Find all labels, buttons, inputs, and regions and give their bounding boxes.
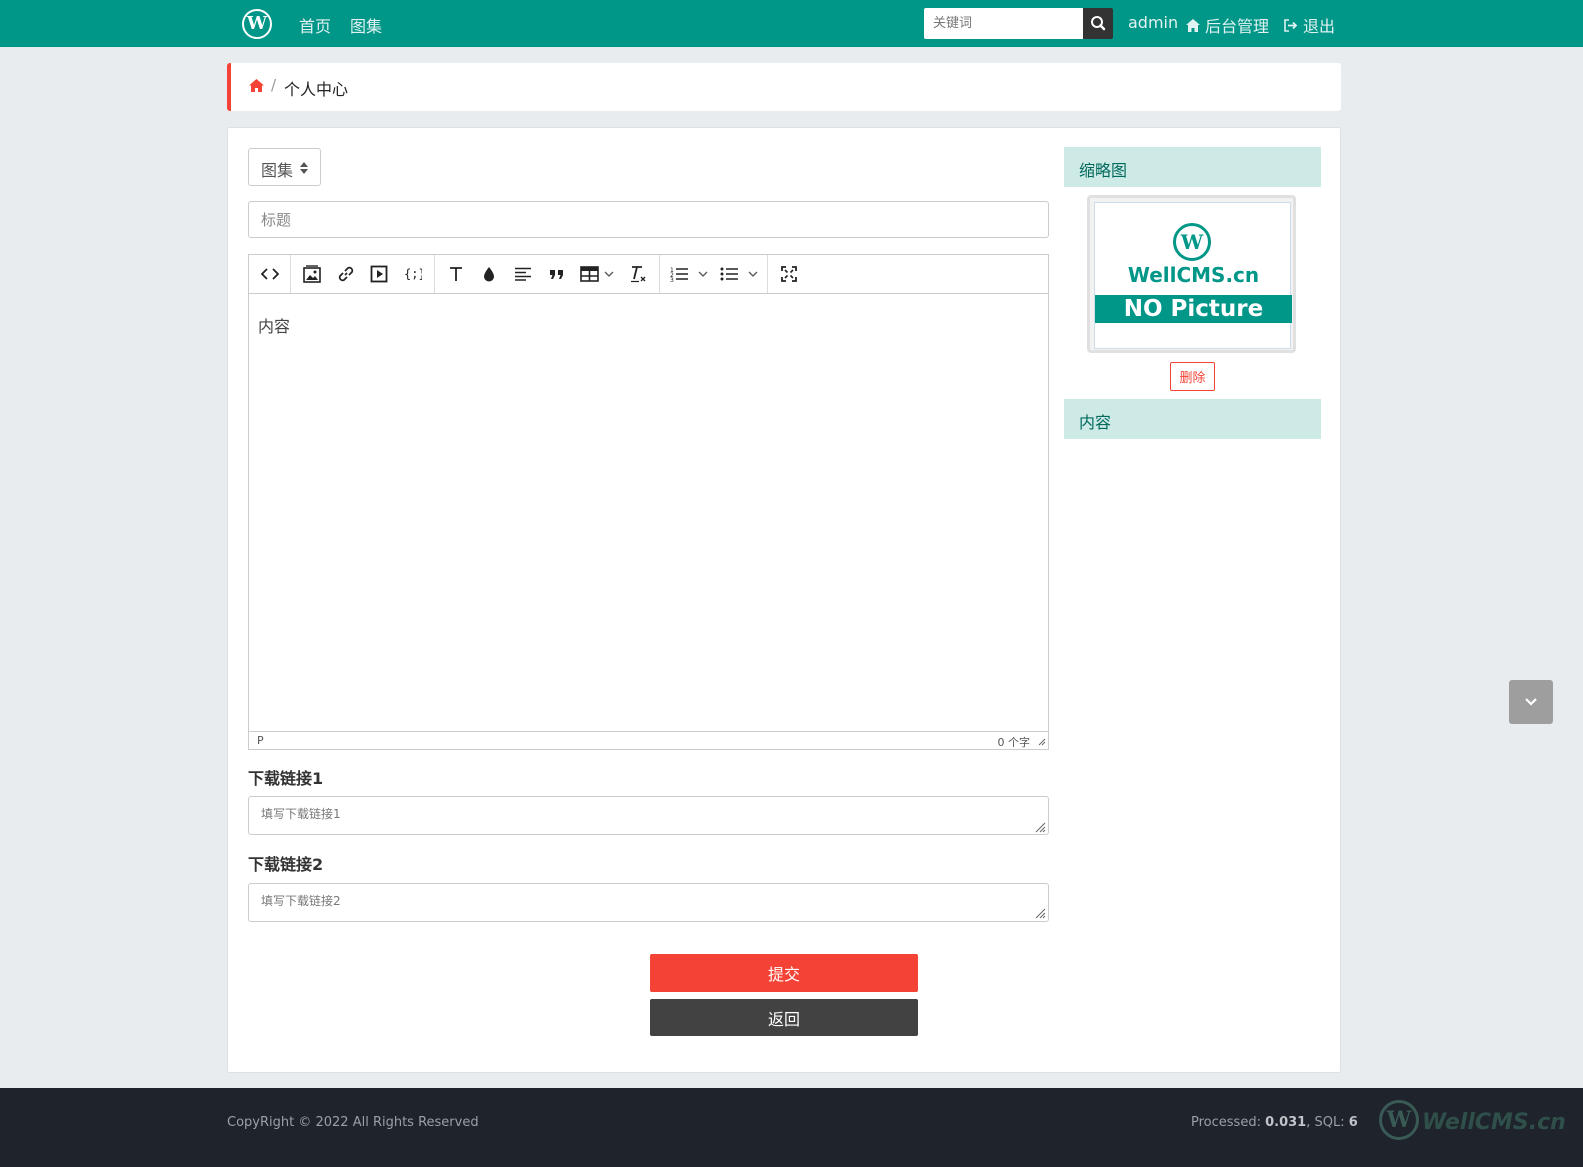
sort-arrows-icon	[300, 162, 308, 174]
resize-grip-icon[interactable]	[1034, 907, 1046, 919]
content-heading: 内容	[1064, 399, 1321, 439]
search-icon	[1091, 16, 1106, 31]
scroll-down-button[interactable]	[1509, 680, 1553, 724]
editor-toolbar: {;} 123	[249, 255, 1048, 294]
code-block-icon[interactable]: {;}	[398, 255, 428, 293]
ordered-list-icon[interactable]: 123	[667, 255, 713, 293]
unordered-list-icon[interactable]	[717, 255, 763, 293]
element-path: P	[257, 734, 264, 747]
footer-logo-icon: W	[1379, 1100, 1419, 1140]
submit-button[interactable]: 提交	[650, 954, 918, 992]
title-input[interactable]	[248, 201, 1049, 238]
rich-text-editor: {;} 123	[248, 254, 1049, 750]
no-picture-banner: NO Picture	[1095, 295, 1292, 323]
sql-label: SQL:	[1314, 1115, 1345, 1130]
nav-user[interactable]: admin	[1128, 13, 1178, 32]
category-selected-value: 图集	[261, 161, 294, 180]
editor-statusbar: P 0 个字	[249, 731, 1048, 749]
thumbnail-brand: WellCMS.cn	[1127, 263, 1260, 287]
video-icon[interactable]	[364, 255, 394, 293]
resize-grip-icon[interactable]	[1036, 736, 1046, 746]
delete-thumbnail-button[interactable]: 删除	[1170, 362, 1215, 391]
nav-admin-link[interactable]: 后台管理	[1186, 13, 1269, 37]
nav-link-gallery[interactable]: 图集	[350, 13, 382, 37]
image-icon[interactable]	[297, 255, 327, 293]
thumbnail-preview[interactable]: W WellCMS.cn NO Picture	[1087, 195, 1296, 353]
processing-stats: Processed: 0.031, SQL: 6	[1191, 1115, 1358, 1130]
logout-label: 退出	[1303, 17, 1336, 36]
align-icon[interactable]	[508, 255, 538, 293]
download1-label: 下载链接1	[248, 769, 324, 788]
copyright-text: CopyRight © 2022 All Rights Reserved	[227, 1115, 479, 1130]
post-form-card: 图集 {;}	[227, 127, 1341, 1073]
nav-logout-link[interactable]: 退出	[1283, 13, 1335, 37]
thumbnail-image: W WellCMS.cn NO Picture	[1094, 202, 1292, 349]
word-count: 0 个字	[997, 736, 1031, 749]
svg-text:{;}: {;}	[404, 267, 422, 281]
font-size-icon[interactable]	[441, 255, 471, 293]
table-icon[interactable]	[577, 255, 619, 293]
breadcrumb-current: 个人中心	[284, 80, 349, 99]
search-button[interactable]	[1083, 8, 1113, 39]
search-input[interactable]	[924, 8, 1083, 39]
editor-content-area[interactable]: 内容	[258, 313, 290, 337]
admin-label: 后台管理	[1205, 17, 1270, 36]
code-view-icon[interactable]	[255, 255, 285, 293]
breadcrumb-separator: /	[271, 76, 277, 94]
link-icon[interactable]	[331, 255, 361, 293]
nav-link-home[interactable]: 首页	[299, 13, 331, 37]
breadcrumb: / 个人中心	[227, 63, 1341, 111]
footer: CopyRight © 2022 All Rights Reserved Pro…	[0, 1088, 1583, 1167]
sql-value: 6	[1348, 1115, 1358, 1130]
footer-brand: WellCMS.cn	[1422, 1110, 1566, 1135]
fullscreen-icon[interactable]	[774, 255, 804, 293]
home-icon	[1186, 18, 1200, 32]
resize-grip-icon[interactable]	[1034, 821, 1046, 833]
category-select[interactable]: 图集	[248, 148, 321, 186]
download2-label: 下载链接2	[248, 855, 324, 874]
clear-format-icon[interactable]	[623, 255, 653, 293]
user-name: admin	[1128, 13, 1179, 32]
thumbnail-heading: 缩略图	[1064, 147, 1321, 187]
top-navbar: W 首页 图集 admin 后台管理 退出	[0, 0, 1583, 47]
quote-icon[interactable]	[542, 255, 572, 293]
text-color-icon[interactable]	[474, 255, 504, 293]
home-icon[interactable]	[249, 79, 264, 92]
sign-out-icon	[1284, 18, 1298, 32]
download2-input[interactable]	[248, 883, 1049, 922]
processed-value: 0.031	[1265, 1115, 1307, 1130]
wellcms-logo-icon: W	[1173, 223, 1211, 261]
svg-text:3: 3	[670, 277, 674, 282]
download1-input[interactable]	[248, 796, 1049, 835]
chevron-down-icon	[1525, 698, 1537, 706]
back-button[interactable]: 返回	[650, 999, 918, 1036]
search-form	[924, 8, 1113, 39]
processed-label: Processed:	[1191, 1115, 1261, 1130]
site-logo[interactable]: W	[242, 9, 272, 39]
